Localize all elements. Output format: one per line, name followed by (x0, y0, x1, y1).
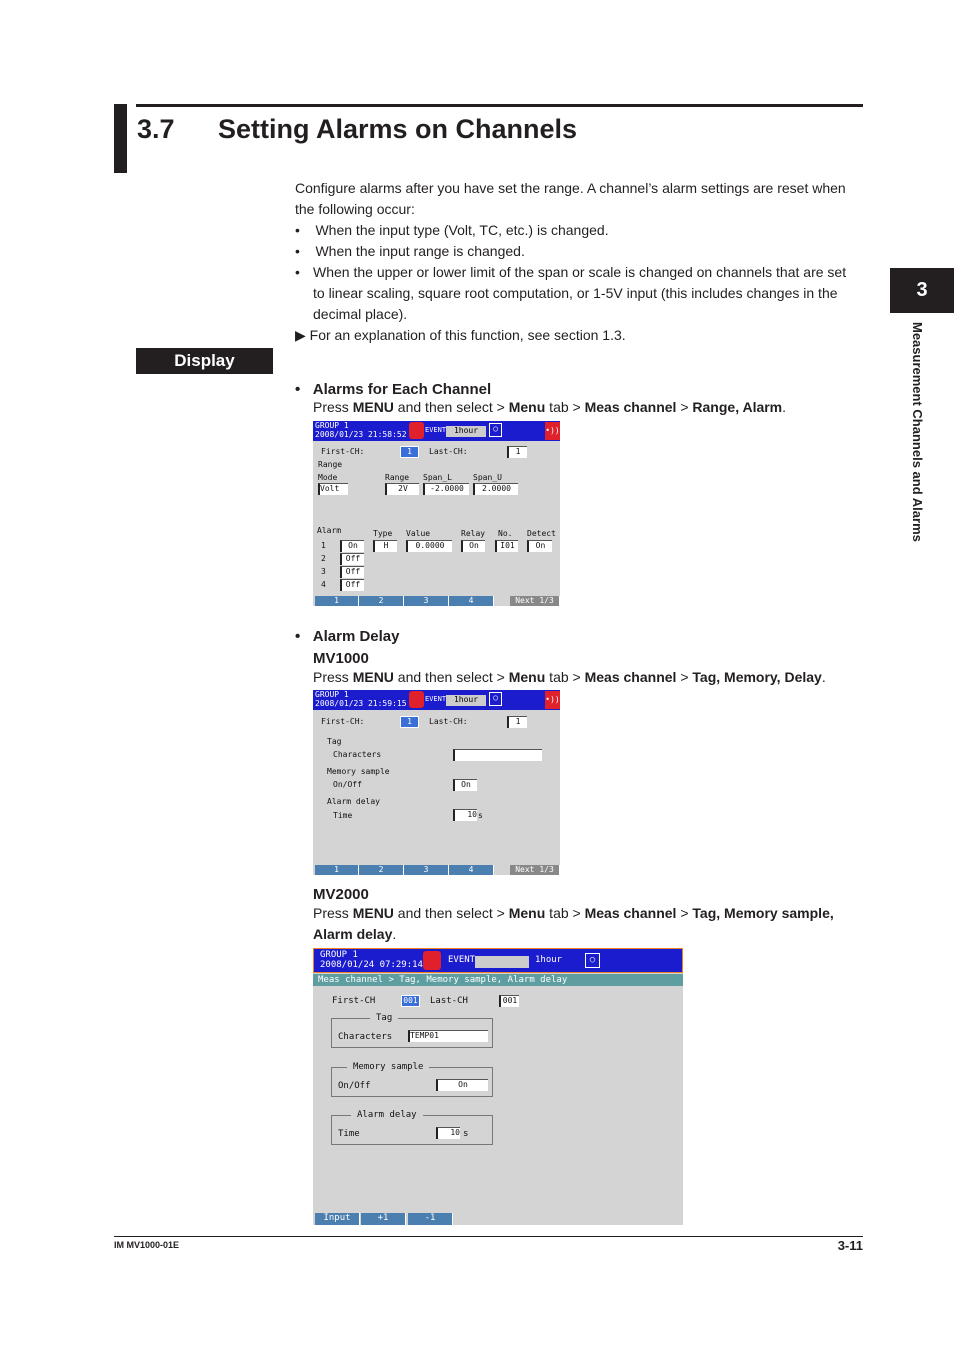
last-ch-field[interactable]: 1 (507, 446, 527, 458)
bullet-item: • (295, 264, 300, 280)
instruction-cont: Alarm delay. (313, 926, 397, 942)
model-mv1000: MV1000 (313, 650, 369, 667)
bullet-text: decimal place). (313, 306, 408, 322)
alarm-1-state[interactable]: On (340, 540, 364, 552)
softkey-4[interactable]: 4 (449, 596, 494, 606)
alarm-icon: •)) (545, 691, 560, 709)
memory-icon (423, 951, 441, 970)
next-softkey[interactable]: Next 1/3 (510, 596, 560, 606)
screen-range-alarm: GROUP 1 2008/01/23 21:58:52 EVENT 1hour … (313, 421, 560, 606)
softkey-2[interactable]: 2 (359, 596, 404, 606)
alarm-4-state[interactable]: Off (340, 579, 364, 591)
span-u-field[interactable]: 2.0000 (473, 483, 518, 495)
memory-icon (409, 691, 424, 708)
bullet-text: When the input type (Volt, TC, etc.) is … (315, 222, 609, 238)
heading-alarm-delay: • Alarm Delay (295, 628, 400, 645)
camera-icon: ○ (585, 953, 600, 968)
bullet-item: • When the input range is changed. (295, 243, 525, 259)
camera-icon: ○ (489, 423, 502, 437)
bullet-text: When the upper or lower limit of the spa… (313, 264, 847, 280)
bullet-item: • When the input type (Volt, TC, etc.) i… (295, 222, 609, 238)
intro-line: Configure alarms after you have set the … (295, 180, 846, 196)
breadcrumb: Meas channel > Tag, Memory sample, Alarm… (313, 974, 683, 986)
screen-header: GROUP 1 2008/01/23 21:59:15 EVENT 1hour … (313, 690, 560, 710)
chapter-label: Measurement Channels and Alarms (910, 322, 925, 542)
alarm-type[interactable]: H (373, 540, 397, 552)
alarm-2-state[interactable]: Off (340, 553, 364, 565)
alarm-icon: •)) (545, 422, 560, 440)
alarm-value[interactable]: 0.0000 (406, 540, 452, 552)
first-ch-field[interactable]: 001 (401, 995, 420, 1007)
softkey-minus1[interactable]: -1 (408, 1213, 453, 1225)
camera-icon: ○ (489, 692, 502, 706)
tag-characters-field[interactable] (453, 749, 542, 761)
screen-header: GROUP 1 2008/01/23 21:58:52 EVENT 1hour … (313, 421, 560, 441)
reference: ▶ For an explanation of this function, s… (295, 325, 626, 346)
first-ch-field[interactable]: 1 (400, 446, 419, 458)
triangle-icon: ▶ (295, 327, 306, 343)
instruction: Press MENU and then select > Menu tab > … (313, 669, 826, 685)
page-number: 3-11 (837, 1238, 863, 1253)
memory-onoff-field[interactable]: On (436, 1079, 488, 1091)
chapter-tab: 3 (890, 268, 954, 313)
next-softkey[interactable]: Next 1/3 (510, 865, 560, 875)
range-field[interactable]: 2V (385, 483, 419, 495)
span-l-field[interactable]: -2.0000 (423, 483, 469, 495)
bullet-text: to linear scaling, square root computati… (313, 285, 838, 301)
section-bar (114, 104, 127, 173)
section-rule (136, 104, 863, 107)
bullet-text: When the input range is changed. (315, 243, 525, 259)
display-label: Display (136, 348, 273, 374)
tag-characters-field[interactable]: TEMP01 (408, 1030, 488, 1042)
screen-mv1000-delay: GROUP 1 2008/01/23 21:59:15 EVENT 1hour … (313, 690, 560, 875)
softkey-1[interactable]: 1 (315, 865, 359, 875)
footer-rule (114, 1236, 863, 1237)
instruction: Press MENU and then select > Menu tab > … (313, 399, 787, 415)
alarm-detect[interactable]: On (527, 540, 552, 552)
reference-text: For an explanation of this function, see… (309, 327, 626, 343)
instruction: Press MENU and then select > Menu tab > … (313, 905, 834, 921)
section-number: 3.7 (137, 114, 175, 144)
last-ch-field[interactable]: 1 (507, 716, 527, 728)
mode-field[interactable]: Volt (318, 483, 348, 495)
screen-mv2000-delay: GROUP 1 2008/01/24 07:29:14 EVENT 1hour … (313, 948, 683, 1225)
delay-time-field[interactable]: 10 (453, 809, 477, 821)
softkey-input[interactable]: Input (315, 1213, 360, 1225)
softkey-3[interactable]: 3 (404, 596, 449, 606)
screen-header: GROUP 1 2008/01/24 07:29:14 EVENT 1hour … (313, 948, 683, 973)
intro-line: the following occur: (295, 201, 415, 217)
softkey-plus1[interactable]: +1 (361, 1213, 406, 1225)
softkey-1[interactable]: 1 (315, 596, 359, 606)
last-ch-field[interactable]: 001 (499, 995, 519, 1007)
doc-number: IM MV1000-01E (114, 1240, 180, 1250)
chapter-number: 3 (916, 279, 928, 301)
alarm-no[interactable]: I01 (495, 540, 518, 552)
memory-icon (409, 422, 424, 439)
softkey-3[interactable]: 3 (404, 865, 449, 875)
delay-time-field[interactable]: 10 (436, 1127, 460, 1139)
first-ch-field[interactable]: 1 (400, 716, 419, 728)
model-mv2000: MV2000 (313, 886, 369, 903)
alarm-3-state[interactable]: Off (340, 566, 364, 578)
softkey-4[interactable]: 4 (449, 865, 494, 875)
display-text: Display (174, 351, 235, 370)
memory-onoff-field[interactable]: On (453, 779, 477, 791)
alarm-relay[interactable]: On (461, 540, 485, 552)
heading-text: Alarms for Each Channel (312, 381, 492, 398)
intro-text: Configure alarms after you have set the … (295, 178, 846, 199)
softkey-2[interactable]: 2 (359, 865, 404, 875)
page-title: Setting Alarms on Channels (218, 114, 578, 144)
